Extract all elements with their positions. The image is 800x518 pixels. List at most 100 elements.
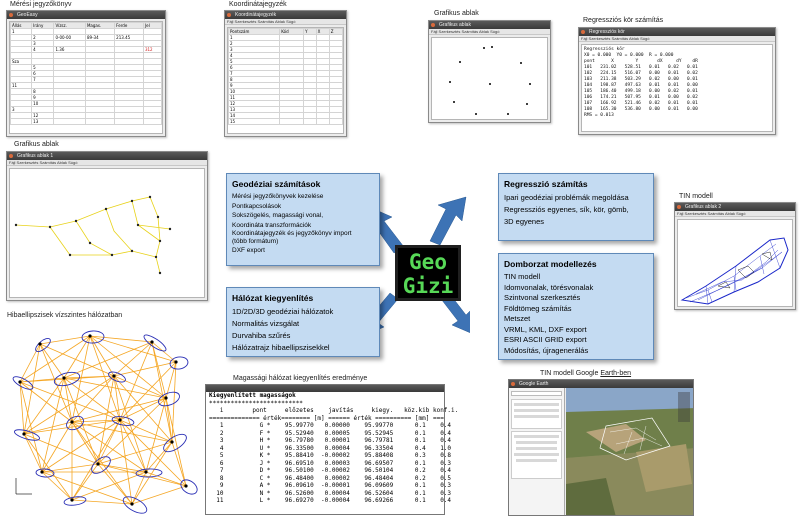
- koord-table[interactable]: Pontszám Kód Y X Z 1 2 3 4 5 6 7 8 9 10 11 12 13 14 15: [228, 28, 343, 125]
- table-cell[interactable]: 15: [228, 118, 281, 125]
- google-earth-window[interactable]: Google Earth: [508, 379, 694, 516]
- point-marker: [154, 255, 158, 259]
- point-marker: [14, 223, 18, 227]
- meresi-titlebar[interactable]: GeoEasy: [7, 11, 165, 19]
- ge-layers-panel[interactable]: [511, 431, 562, 479]
- grafikus-top-titlebar[interactable]: Grafikus ablak: [429, 21, 550, 29]
- menu-bar[interactable]: Fájl Szerkesztés Számítás Ablak Súgó: [675, 211, 795, 217]
- traverse-plot: [14, 195, 172, 275]
- tin-window[interactable]: Grafikus ablak 2 Fájl Szerkesztés Számít…: [674, 202, 796, 310]
- grafikus-top-canvas[interactable]: [431, 37, 548, 120]
- ge-search-input[interactable]: [511, 391, 562, 396]
- menu-bar[interactable]: Fájl Szerkesztés Számítás Ablak Súgó: [579, 36, 775, 42]
- ge-places-panel[interactable]: [511, 399, 562, 429]
- table-cell[interactable]: [53, 118, 86, 125]
- koord-table-area[interactable]: Pontszám Kód Y X Z 1 2 3 4 5 6 7 8 9 10 11 12 13 14 15: [227, 27, 344, 134]
- network-line: [151, 341, 167, 399]
- result-row: 6 J * 96.69510 0.00003 96.69507 0.1 0.3: [209, 459, 452, 467]
- table-row[interactable]: 15: [228, 118, 343, 125]
- tin-plot: [680, 237, 789, 305]
- regresszio-text-area[interactable]: Regressziós kör X0 = 0.000 Y0 = 0.000 R =…: [581, 44, 773, 132]
- koord-titlebar[interactable]: Koordinátajegyzék: [225, 11, 346, 19]
- network-line: [71, 463, 99, 501]
- point-marker: [48, 225, 52, 229]
- network-point: [164, 396, 168, 400]
- kiegy-title: Kiegyenlített magasságok: [209, 392, 296, 399]
- regresszio-panel: Regresszió számítás Ipari geodéziai prob…: [498, 173, 654, 241]
- domborzat-item: Módosítás, újragenerálás: [504, 345, 589, 355]
- close-icon[interactable]: [227, 13, 231, 17]
- table-cell[interactable]: [328, 118, 343, 125]
- close-icon[interactable]: [677, 205, 681, 209]
- tin-titlebar[interactable]: Grafikus ablak 2: [675, 203, 795, 211]
- grafikus-top-window[interactable]: Grafikus ablak Fájl Szerkesztés Számítás…: [428, 20, 551, 123]
- domborzat-title: Domborzat modellezés: [504, 259, 597, 269]
- network-line: [145, 471, 187, 487]
- table-cell[interactable]: [84, 118, 116, 125]
- point-marker: [110, 253, 114, 257]
- network-point: [118, 418, 122, 422]
- geodeziai-panel: Geodéziai számítások Mérési jegyzőkönyve…: [226, 173, 380, 266]
- error-ellipse-network: [12, 330, 198, 514]
- table-cell[interactable]: 13: [31, 118, 55, 125]
- kiegyenlitett-window[interactable]: Kiegyenlített magasságok ***************…: [205, 384, 458, 515]
- result-line: RMS = 0.013: [584, 113, 614, 118]
- regresszio-titlebar[interactable]: Regressziós kör: [579, 28, 775, 36]
- tin-canvas[interactable]: [677, 219, 793, 307]
- meresi-table[interactable]: Állás Irány Vízsz. Magas. Ferde Jel 1 2 0-00-00 8…: [10, 22, 162, 125]
- network-line: [19, 381, 121, 421]
- regresszio-window[interactable]: Regressziós kör Fájl Szerkesztés Számítá…: [578, 27, 776, 135]
- table-cell[interactable]: [10, 118, 33, 125]
- network-line: [113, 375, 167, 399]
- geodeziai-item: Koordináta transzformációk: [232, 221, 312, 229]
- ge-nav-control[interactable]: [678, 392, 690, 422]
- point-marker: [483, 47, 485, 49]
- network-point: [96, 462, 100, 466]
- menu-bar[interactable]: Fájl Szerkesztés Számítás Ablak Súgó: [7, 160, 207, 166]
- kiegy-titlebar[interactable]: [206, 385, 444, 392]
- regresszio-item: 3D egyenes: [504, 217, 545, 226]
- caption-hiba: Hibaellipszisek vízszintes hálózatban: [7, 312, 123, 319]
- close-icon[interactable]: [511, 382, 515, 386]
- table-cell[interactable]: [114, 118, 144, 125]
- table-cell[interactable]: [303, 118, 317, 125]
- grafikus-left-window[interactable]: Grafikus ablak 1 Fájl Szerkesztés Számít…: [6, 151, 208, 301]
- close-icon[interactable]: [9, 13, 13, 17]
- meresi-window[interactable]: GeoEasy Állás Irány Vízsz. Magas. Ferde Jel 1 2…: [6, 10, 166, 137]
- grafikus-left-titlebar[interactable]: Grafikus ablak 1: [7, 152, 207, 160]
- point-marker: [491, 46, 493, 48]
- ge-map-view[interactable]: [566, 388, 693, 515]
- network-line: [71, 397, 167, 423]
- close-icon[interactable]: [431, 23, 435, 27]
- regresszio-item: Regressziós egyenes, sík, kör, gömb,: [504, 205, 629, 214]
- ge-sidebar[interactable]: [509, 388, 565, 515]
- window-title: Grafikus ablak: [439, 22, 471, 28]
- network-point: [144, 470, 148, 474]
- network-line: [23, 433, 43, 473]
- close-icon[interactable]: [581, 30, 585, 34]
- grafikus-left-canvas[interactable]: [9, 168, 205, 298]
- domborzat-item: Idomvonalak, törésvonalak: [504, 282, 594, 292]
- result-row: 3 H * 96.79780 0.00001 96.79781 0.1 0.4: [209, 437, 452, 444]
- table-cell[interactable]: [279, 118, 305, 125]
- earth-link[interactable]: Earth-ben: [600, 370, 631, 377]
- table-cell[interactable]: [315, 118, 330, 125]
- koord-window[interactable]: Koordinátajegyzék Fájl Szerkesztés Számí…: [224, 10, 347, 137]
- close-icon[interactable]: [9, 154, 13, 158]
- point-marker: [526, 103, 528, 105]
- caption-grafikus-top: Grafikus ablak: [434, 10, 479, 17]
- menu-bar[interactable]: Fájl Szerkesztés Számítás Ablak Súgó: [429, 29, 550, 35]
- network-point: [184, 484, 188, 488]
- result-row: 8 C * 96.48400 0.00002 96.48404 0.2 0.5: [209, 474, 452, 482]
- meresi-table-area[interactable]: Állás Irány Vízsz. Magas. Ferde Jel 1 2 0-00-00 8…: [9, 21, 163, 134]
- menu-bar[interactable]: Fájl Szerkesztés Számítás Ablak Súgó: [225, 19, 346, 25]
- table-row[interactable]: 13: [10, 118, 162, 125]
- geodeziai-item: Koordinátajegyzék és jegyzőkönyv import: [232, 230, 352, 237]
- domborzat-item: TIN modell: [504, 272, 541, 281]
- table-cell[interactable]: [142, 118, 162, 125]
- ge-titlebar[interactable]: Google Earth: [509, 380, 693, 388]
- point-plot: [449, 46, 531, 115]
- caption-tin-google-text: TIN modell Google: [540, 370, 601, 377]
- regresszio-title: Regresszió számítás: [504, 179, 588, 189]
- geodeziai-title: Geodéziai számítások: [232, 179, 321, 189]
